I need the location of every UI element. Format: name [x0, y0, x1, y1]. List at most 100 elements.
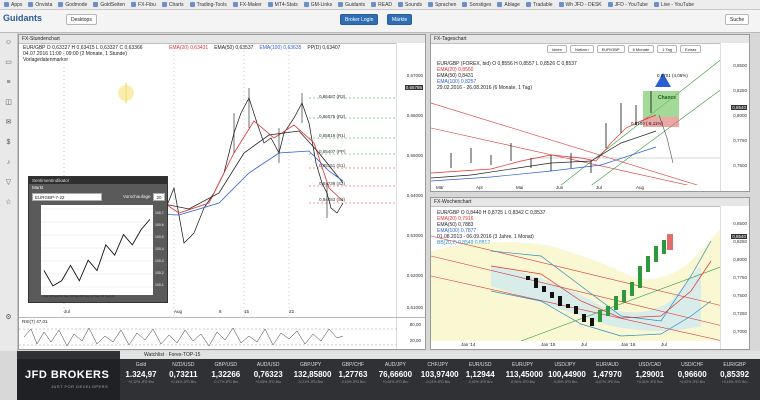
level-s1: 0,85151 (S1) [319, 163, 346, 168]
bookmark-icon [93, 2, 99, 7]
quote-foot: +0,05% JFD Bro [255, 380, 282, 384]
bookmark-item[interactable]: Apps [4, 2, 22, 8]
period-input[interactable]: 20 [153, 193, 165, 201]
bookmark-item[interactable]: Guidants [338, 2, 365, 8]
y-tick: 100,5 [155, 235, 164, 239]
bookmark-item[interactable]: Sprachen [428, 2, 456, 8]
bookmark-item[interactable]: Sounds [398, 2, 422, 8]
quote-foot: -0,19% JFD Bro [340, 380, 366, 384]
bookmark-item[interactable]: JFD - YouTube [607, 2, 648, 8]
period-label: Vorschaufage [123, 194, 151, 199]
bookmark-item[interactable]: Onvista [28, 2, 52, 8]
watchlist-tab[interactable]: Forex-TOP-15 [169, 352, 201, 358]
bookmark-item[interactable]: FX-Maker [232, 2, 262, 8]
sentiment-window-title[interactable]: Sentimentindikator [29, 177, 167, 184]
weekly-candle [534, 278, 538, 288]
price-tick: 0,7750 [733, 138, 747, 143]
quote-price: 1,29001 [635, 370, 665, 379]
weekly-price-axis: 0,8500 0,8250 0,8000 0,7750 0,7500 0,725… [720, 206, 749, 349]
settings-icon[interactable]: ⚙ [4, 313, 13, 322]
x-label: Jul [581, 342, 587, 347]
bookmark-label: Wh JFD - DESK [565, 1, 602, 8]
bookmark-label: Guidants [345, 1, 366, 8]
weekly-chart-panel: FX-Wochenchart EUR/GBP O 0,8440 H 0,8725… [430, 197, 750, 350]
quote-foot: -0,07% JFD Bro [594, 380, 620, 384]
bookmark-item[interactable]: Ablage [497, 2, 520, 8]
quote-tile[interactable]: EUR/JPY 113,45000 -0,06% JFD Bro [506, 362, 543, 384]
bookmark-item[interactable]: MT4-Stats [267, 1, 298, 8]
x-label: Jun [556, 185, 564, 190]
bookmark-item[interactable]: GM-Links [303, 2, 332, 8]
quote-tile[interactable]: EUR/GBP 0,85392 +0,15% JFD Bro [718, 362, 752, 384]
quote-symbol: USD/JPY [554, 362, 576, 368]
bookmark-item[interactable]: FX-Fibu [131, 2, 156, 8]
monitor-icon[interactable]: ▭ [4, 58, 13, 67]
quote-symbol: GBP/CHF [341, 362, 365, 368]
avatar-icon[interactable]: ☺ [4, 38, 13, 47]
dollar-icon[interactable]: $ [4, 138, 13, 147]
quote-tile[interactable]: AUD/JPY 76,66600 +0,04% JFD Bro [378, 362, 412, 384]
quote-tile[interactable]: USD/JPY 100,44900 -0,05% JFD Bro [548, 362, 586, 384]
quote-tile[interactable]: GBP/CHF 1,27763 -0,19% JFD Bro [336, 362, 370, 384]
quote-tile[interactable]: AUD/USD 0,76323 +0,05% JFD Bro [251, 362, 285, 384]
bookmark-item[interactable]: Wh JFD - DESK [558, 1, 602, 8]
bookmark-item[interactable]: Tradable [525, 2, 553, 8]
rsi-tick: 20,00 [409, 338, 421, 343]
symbol-input[interactable]: EURGBP-7-22 [32, 193, 102, 201]
broker-name: JFD BROKERS [25, 369, 110, 381]
quote-symbol: CHF/JPY [427, 362, 449, 368]
quote-symbol: Gold [135, 362, 147, 368]
app-logo[interactable]: Guidants [3, 13, 42, 23]
bookmark-label: MT4-Stats [274, 1, 298, 8]
current-price-badge: 0,8540 [731, 105, 747, 110]
bookmark-item[interactable]: Live - YouTube [653, 2, 694, 8]
list-icon[interactable]: ≡ [4, 78, 13, 87]
bookmark-item[interactable]: READ [371, 2, 392, 8]
weekly-candle [614, 296, 618, 310]
desktops-button[interactable]: Desktops [66, 14, 97, 25]
quote-tile[interactable]: USD/CAD 1,29001 +0,01% JFD Bro [633, 362, 667, 384]
chat-icon[interactable]: ✉ [4, 118, 13, 127]
filter-icon[interactable]: ▽ [4, 178, 13, 187]
bookmark-item[interactable]: GoldSeiten [93, 2, 125, 8]
sentiment-window[interactable]: Sentimentindikator Markt EURGBP-7-22 Vor… [28, 176, 168, 303]
broker-login-button[interactable]: Broker Login [340, 14, 379, 25]
bookmark-item[interactable]: Trading-Tools [189, 2, 227, 8]
quote-price: 100,44900 [548, 370, 586, 379]
quote-symbol: NZD/USD [172, 362, 195, 368]
bookmark-icon [525, 2, 531, 7]
quote-tile[interactable]: GBP/USD 1,32266 -0,17% JFD Bro [209, 362, 243, 384]
bookmark-item[interactable]: Charts [161, 2, 184, 8]
bookmark-label: Onvista [35, 1, 53, 8]
quote-foot: +0,02% JFD Bro [679, 380, 706, 384]
quote-price: 0,76323 [253, 370, 283, 379]
bell-icon[interactable]: ♪ [4, 158, 13, 167]
chart-icon[interactable]: ◫ [4, 98, 13, 107]
markets-button[interactable]: Märkte [387, 14, 413, 25]
sentiment-plot-area [41, 205, 153, 295]
quote-tile[interactable]: Gold 1.324,97 +0,12% JFD Bro [124, 362, 158, 384]
quote-tile[interactable]: EUR/AUD 1,47970 -0,07% JFD Bro [590, 362, 624, 384]
y-tick: 100,2 [155, 271, 164, 275]
quote-tile[interactable]: NZD/USD 0,73211 +0,15% JFD Bro [166, 362, 200, 384]
stop-annotation: 0,8100 (-5,11%) [631, 121, 663, 126]
quote-tile[interactable]: EUR/USD 1,12944 -0,02% JFD Bro [463, 362, 497, 384]
bookmark-item[interactable]: Sonstiges [462, 2, 491, 8]
quote-tile[interactable]: USD/CHF 0,96600 +0,02% JFD Bro [675, 362, 709, 384]
price-tick: 0,7750 [733, 275, 747, 280]
x-label: Mär [436, 185, 444, 190]
quote-foot: +0,15% JFD Bro [170, 380, 197, 384]
weekly-candle [638, 266, 642, 288]
quote-price: 1,12944 [465, 370, 495, 379]
current-price-badge: 0,65786 [404, 85, 423, 90]
x-label: Jan '16 [621, 342, 636, 347]
quote-tile[interactable]: GBP/JPY 132,85800 -0,21% JFD Bro [294, 362, 332, 384]
bookmark-icon [428, 2, 434, 7]
quote-tile[interactable]: CHF/JPY 103,97400 -0,03% JFD Bro [421, 362, 459, 384]
bookmark-item[interactable]: Godmode [58, 2, 87, 8]
bookmark-label: Sonstiges [469, 1, 492, 8]
star-icon[interactable]: ☆ [4, 198, 13, 207]
search-button[interactable]: Suche [725, 14, 750, 25]
app-header: Guidants Desktops Broker Login Märkte Su… [0, 10, 760, 33]
price-tick: 0,7500 [733, 293, 747, 298]
